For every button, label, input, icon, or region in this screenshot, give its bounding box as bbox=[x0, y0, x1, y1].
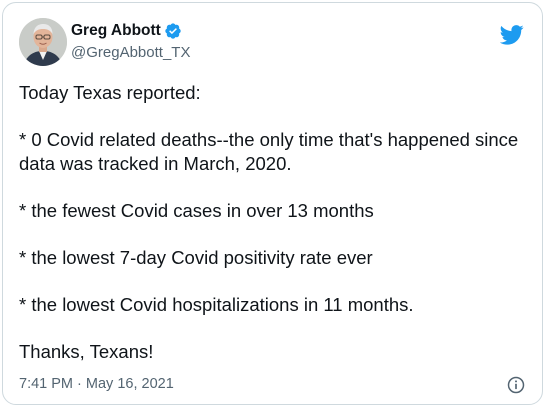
tweet-date[interactable]: May 16, 2021 bbox=[86, 376, 174, 392]
verified-badge-icon bbox=[165, 23, 181, 39]
author-name-row[interactable]: Greg Abbott bbox=[71, 21, 182, 41]
tweet-line: * the lowest Covid hospitalizations in 1… bbox=[19, 294, 414, 315]
author-display-name[interactable]: Greg Abbott bbox=[71, 21, 161, 41]
author-handle[interactable]: @GregAbbott_TX bbox=[71, 43, 190, 63]
timestamp-separator: · bbox=[77, 376, 82, 392]
twitter-bird-icon[interactable] bbox=[500, 25, 524, 45]
tweet-line: * the fewest Covid cases in over 13 mont… bbox=[19, 200, 374, 221]
tweet-line: * 0 Covid related deaths--the only time … bbox=[19, 129, 519, 174]
tweet-card: Greg Abbott @GregAbbott_TX Today Texas r… bbox=[2, 2, 543, 405]
tweet-line: Today Texas reported: bbox=[19, 82, 201, 103]
avatar-image bbox=[19, 18, 67, 66]
info-icon[interactable] bbox=[506, 375, 526, 395]
avatar[interactable] bbox=[19, 18, 67, 66]
tweet-timestamp[interactable]: 7:41 PM · May 16, 2021 bbox=[19, 374, 174, 394]
tweet-time[interactable]: 7:41 PM bbox=[19, 376, 73, 392]
tweet-text: Today Texas reported: * 0 Covid related … bbox=[19, 81, 529, 364]
tweet-line: Thanks, Texans! bbox=[19, 341, 154, 362]
tweet-line: * the lowest 7-day Covid positivity rate… bbox=[19, 247, 373, 268]
